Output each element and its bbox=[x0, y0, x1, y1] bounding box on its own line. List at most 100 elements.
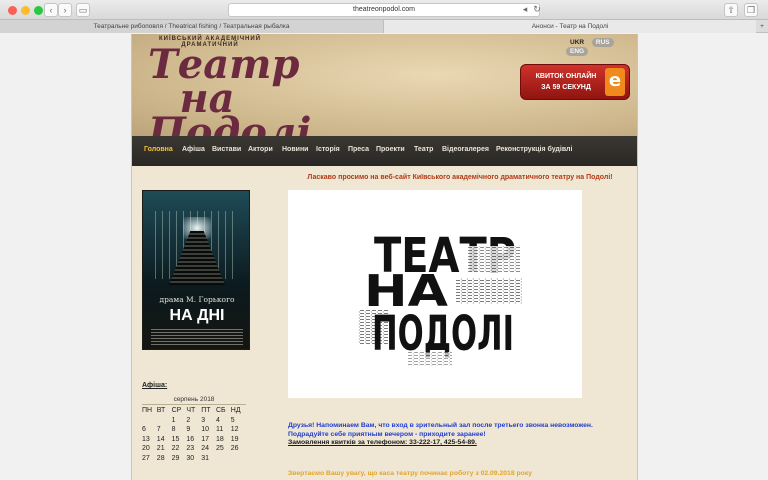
calendar-day[interactable]: 26 bbox=[231, 444, 246, 454]
afisha-link[interactable]: Афіша: bbox=[142, 382, 167, 389]
calendar-day[interactable]: 1 bbox=[172, 416, 187, 426]
calendar-day[interactable]: 28 bbox=[157, 454, 172, 464]
calendar-day[interactable]: 22 bbox=[172, 444, 187, 454]
menu-item-afisha[interactable]: Афіша bbox=[182, 146, 205, 153]
calendar-weekday: ВТ bbox=[156, 407, 166, 414]
share-icon[interactable]: ⇧ bbox=[724, 3, 738, 17]
poster-title: НА ДНІ bbox=[169, 307, 225, 324]
online-ticket-button[interactable]: КВИТОК ОНЛАЙН ЗА 59 СЕКУНД e bbox=[520, 64, 630, 100]
calendar-day[interactable]: 10 bbox=[201, 425, 216, 435]
menu-item-news[interactable]: Новини bbox=[282, 146, 308, 153]
visitor-notice: Друзья! Напоминаем Вам, что вход в зрите… bbox=[288, 422, 632, 448]
calendar-day[interactable]: 8 bbox=[172, 425, 187, 435]
lang-rus[interactable]: RUS bbox=[591, 38, 614, 47]
calendar-day bbox=[157, 416, 172, 426]
notice-line-2: Подрадуйте себе приятным вечером - прихо… bbox=[288, 430, 486, 438]
theatre-logo-graphic: ТЕАТР НА ПОДОЛІ bbox=[358, 228, 522, 366]
language-switcher: UKR RUS ENG bbox=[564, 38, 637, 56]
menu-item-actors[interactable]: Актори bbox=[248, 146, 273, 153]
calendar-day[interactable]: 18 bbox=[216, 435, 231, 445]
url-text: theatreonpodol.com bbox=[353, 6, 415, 13]
menu-item-history[interactable]: Історія bbox=[316, 146, 340, 153]
calendar-day[interactable]: 2 bbox=[186, 416, 201, 426]
forward-button[interactable]: › bbox=[58, 3, 72, 17]
calendar-grid: ПН ВТ СР ЧТ ПТ СБ НД 1 2 3 4 5 6 7 8 9 10 11 12 13 14 15 16 17 1… bbox=[142, 406, 246, 464]
calendar-day[interactable]: 17 bbox=[201, 435, 216, 445]
calendar-day[interactable]: 23 bbox=[186, 444, 201, 454]
back-button[interactable]: ‹ bbox=[44, 3, 58, 17]
e-ticket-icon: e bbox=[605, 68, 625, 96]
calendar-day[interactable]: 24 bbox=[201, 444, 216, 454]
calendar-day[interactable]: 13 bbox=[142, 435, 157, 445]
sidebar-icon[interactable]: ▭ bbox=[76, 3, 90, 17]
address-bar[interactable]: theatreonpodol.com bbox=[228, 3, 540, 17]
calendar-day[interactable]: 19 bbox=[231, 435, 246, 445]
poster-author: драма М. Горького bbox=[159, 295, 235, 304]
calendar-day[interactable]: 27 bbox=[142, 454, 157, 464]
site-header: КИЇВСЬКИЙ АКАДЕМІЧНИЙ ДРАМАТИЧНИЙ Театр … bbox=[132, 34, 637, 153]
calendar-day[interactable]: 25 bbox=[216, 444, 231, 454]
calendar-day[interactable]: 4 bbox=[216, 416, 231, 426]
calendar-day[interactable]: 11 bbox=[216, 425, 231, 435]
calendar-day[interactable]: 7 bbox=[157, 425, 172, 435]
calendar-day[interactable]: 3 bbox=[201, 416, 216, 426]
menu-item-home[interactable]: Головна bbox=[144, 146, 173, 153]
calendar-day bbox=[216, 454, 231, 464]
calendar-day[interactable]: 15 bbox=[172, 435, 187, 445]
calendar-weekday: СБ bbox=[215, 407, 226, 414]
welcome-text: Ласкаво просимо на веб-сайт Київського а… bbox=[307, 174, 613, 181]
calendar-day[interactable]: 5 bbox=[231, 416, 246, 426]
calendar-day[interactable]: 29 bbox=[172, 454, 187, 464]
menu-item-press[interactable]: Преса bbox=[348, 146, 369, 153]
new-tab-button[interactable]: + bbox=[756, 20, 768, 33]
calendar-day bbox=[231, 454, 246, 464]
calendar-day[interactable]: 12 bbox=[231, 425, 246, 435]
calendar-day[interactable]: 9 bbox=[186, 425, 201, 435]
ticket-phone-link[interactable]: Замовлення квитків за телефоном: 33-222-… bbox=[288, 439, 632, 448]
tab-bar: Театральне рибоповля / Theatrical fishin… bbox=[0, 20, 768, 33]
main-menu: Головна Афіша Вистави Актори Новини Істо… bbox=[132, 136, 637, 166]
tab-label: Анонси - Театр на Подолі bbox=[531, 23, 609, 30]
calendar-day[interactable]: 20 bbox=[142, 444, 157, 454]
calendar-weekday: ПН bbox=[142, 407, 153, 414]
calendar-weekday: НД bbox=[230, 407, 241, 414]
page-viewport: КИЇВСЬКИЙ АКАДЕМІЧНИЙ ДРАМАТИЧНИЙ Театр … bbox=[0, 34, 768, 480]
theatre-logo-poster: ТЕАТР НА ПОДОЛІ bbox=[288, 190, 582, 398]
calendar-weekday: ПТ bbox=[201, 407, 211, 414]
calendar-day[interactable]: 21 bbox=[157, 444, 172, 454]
calendar-day[interactable]: 14 bbox=[157, 435, 172, 445]
site-container: КИЇВСЬКИЙ АКАДЕМІЧНИЙ ДРАМАТИЧНИЙ Театр … bbox=[131, 34, 638, 480]
menu-item-theatre[interactable]: Театр bbox=[414, 146, 433, 153]
ticket-line1: КВИТОК ОНЛАЙН bbox=[535, 73, 597, 80]
ticket-line2: ЗА 59 СЕКУНД bbox=[541, 84, 591, 91]
zoom-window-button[interactable] bbox=[34, 6, 43, 15]
minimize-window-button[interactable] bbox=[21, 6, 30, 15]
events-calendar: серпень 2018 ПН ВТ СР ЧТ ПТ СБ НД 1 2 3 4 5 6 7 8 9 10 11… bbox=[142, 396, 246, 464]
menu-item-reconstruction[interactable]: Реконструкція будівлі bbox=[496, 146, 572, 153]
calendar-weekday: ЧТ bbox=[186, 407, 196, 414]
tab-label: Театральне рибоповля / Theatrical fishin… bbox=[93, 23, 290, 30]
tab-fishing[interactable]: Театральне рибоповля / Theatrical fishin… bbox=[0, 20, 384, 33]
calendar-day bbox=[142, 416, 157, 426]
calendar-day[interactable]: 30 bbox=[186, 454, 201, 464]
reload-icon[interactable]: ↻ bbox=[530, 3, 544, 17]
lang-ukr[interactable]: UKR bbox=[566, 38, 588, 47]
lang-eng[interactable]: ENG bbox=[566, 47, 589, 56]
menu-item-videogallery[interactable]: Відеогалерея bbox=[442, 146, 489, 153]
calendar-day[interactable]: 31 bbox=[201, 454, 216, 464]
calendar-day[interactable]: 6 bbox=[142, 425, 157, 435]
close-window-button[interactable] bbox=[8, 6, 17, 15]
notice-line-1: Друзья! Напоминаем Вам, что вход в зрите… bbox=[288, 422, 593, 429]
site-logo[interactable]: Театр на Подолі bbox=[148, 45, 311, 153]
plus-icon: + bbox=[760, 23, 764, 30]
menu-item-shows[interactable]: Вистави bbox=[212, 146, 241, 153]
tabs-overview-icon[interactable]: ❐ bbox=[744, 3, 758, 17]
featured-show-poster[interactable]: драма М. Горького НА ДНІ bbox=[142, 190, 250, 350]
calendar-day[interactable]: 16 bbox=[186, 435, 201, 445]
tab-announcements[interactable]: Анонси - Театр на Подолі bbox=[384, 20, 756, 33]
menu-item-projects[interactable]: Проекти bbox=[376, 146, 405, 153]
box-office-note: Звертаємо Вашу увагу, що каса театру поч… bbox=[288, 470, 532, 477]
poster-fine-print bbox=[151, 329, 243, 345]
calendar-month: серпень 2018 bbox=[142, 396, 246, 405]
calendar-weekday: СР bbox=[171, 407, 182, 414]
